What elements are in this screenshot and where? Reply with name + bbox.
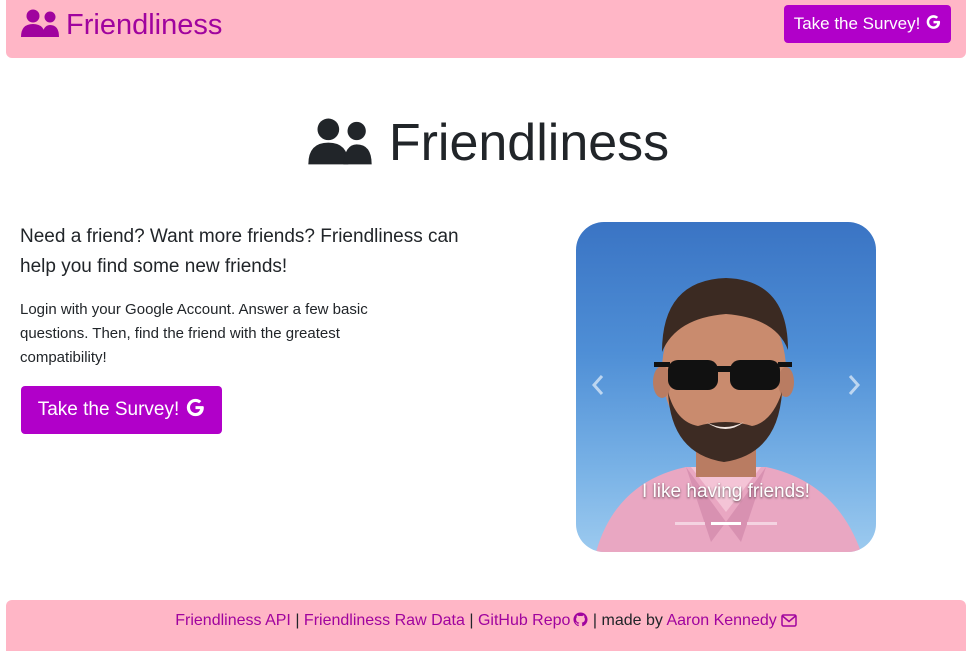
lead-text: Need a friend? Want more friends? Friend… — [20, 226, 459, 277]
github-link-label: GitHub Repo — [477, 612, 571, 629]
page-title: Friendliness — [0, 108, 974, 178]
carousel-indicators — [576, 522, 876, 525]
photo-carousel[interactable]: I like having friends! — [576, 222, 876, 552]
nav-survey-button[interactable]: Take the Survey! — [784, 5, 951, 43]
google-icon — [186, 398, 205, 423]
raw-data-link[interactable]: Friendliness Raw Data — [304, 612, 465, 629]
take-survey-button[interactable]: Take the Survey! — [21, 386, 222, 434]
footer: Friendliness API | Friendliness Raw Data… — [6, 600, 966, 651]
users-icon — [20, 8, 60, 43]
footer-separator: | — [592, 612, 598, 629]
carousel-indicator-active[interactable] — [711, 522, 741, 525]
nav-survey-label: Take the Survey! — [793, 14, 921, 33]
google-icon — [926, 14, 941, 35]
footer-separator: | — [469, 612, 474, 629]
carousel-prev-button[interactable] — [578, 372, 618, 402]
footer-separator: | — [295, 612, 300, 629]
chevron-left-icon — [591, 374, 605, 401]
envelope-icon — [781, 612, 797, 634]
carousel-indicator[interactable] — [675, 522, 705, 525]
github-icon — [573, 612, 588, 634]
made-by-text: made by — [601, 612, 663, 629]
users-icon — [305, 116, 375, 171]
chevron-right-icon — [847, 374, 861, 401]
brand-link[interactable]: Friendliness — [20, 8, 222, 42]
author-link-label: Aaron Kennedy — [666, 612, 777, 629]
api-link[interactable]: Friendliness API — [175, 612, 291, 629]
instructions-text: Login with your Google Account. Answer a… — [20, 301, 368, 366]
brand-name: Friendliness — [66, 9, 223, 41]
carousel-indicator[interactable] — [747, 522, 777, 525]
carousel-next-button[interactable] — [834, 372, 874, 402]
take-survey-label: Take the Survey! — [37, 399, 180, 420]
github-repo-link[interactable]: GitHub Repo — [478, 612, 589, 629]
navbar: Friendliness Take the Survey! — [6, 0, 966, 58]
carousel-caption: I like having friends! — [642, 481, 810, 502]
author-link[interactable]: Aaron Kennedy — [666, 612, 797, 629]
page-title-text: Friendliness — [388, 114, 670, 172]
footer-links: Friendliness API | Friendliness Raw Data… — [6, 610, 966, 634]
